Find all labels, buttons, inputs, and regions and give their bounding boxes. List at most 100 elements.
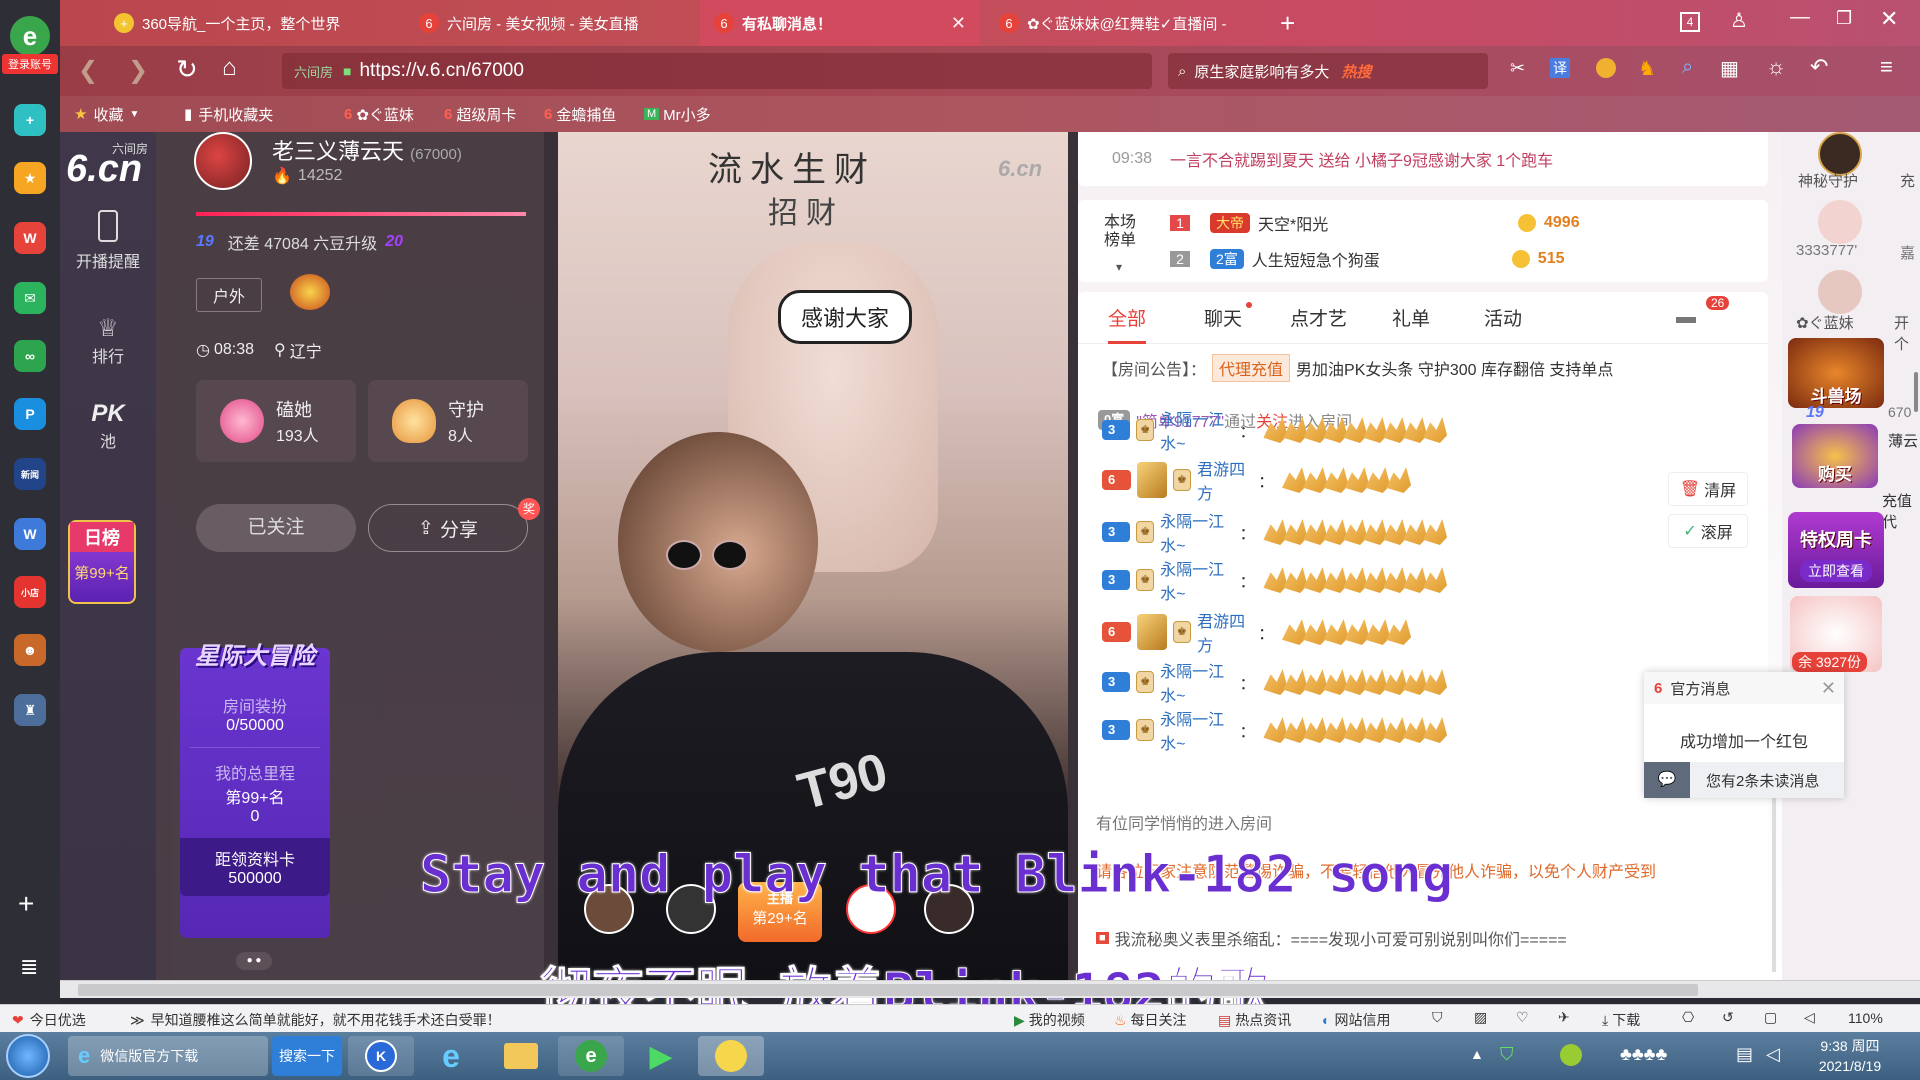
tab-activity[interactable]: 活动: [1484, 304, 1522, 331]
gift-sender[interactable]: 永隔一江水~: [1160, 406, 1231, 454]
speed-icon[interactable]: ✈: [1558, 1009, 1570, 1026]
url-field[interactable]: 六间房 ■ https://v.6.cn/67000: [282, 53, 1152, 89]
gift-sender[interactable]: 永隔一江水~: [1160, 658, 1231, 706]
sidenav-ranking[interactable]: ♕ 排行: [60, 314, 156, 367]
gift-sender[interactable]: 君游四方: [1197, 456, 1250, 504]
tray-360-icon[interactable]: [1560, 1044, 1582, 1066]
fav-fishing[interactable]: 6 金蟾捕鱼: [544, 104, 644, 125]
check-now-button[interactable]: 立即查看: [1800, 560, 1872, 582]
fav-collect[interactable]: ★ 收藏 ▼: [74, 104, 164, 125]
360-logo-icon[interactable]: e: [10, 16, 50, 56]
tab-private-message[interactable]: 6 有私聊消息！ ✕: [700, 0, 980, 46]
link-app-icon[interactable]: ∞: [14, 340, 46, 372]
h-scrollbar[interactable]: [60, 980, 1920, 998]
taskbar-360-browser[interactable]: e: [558, 1036, 624, 1076]
gift-sender[interactable]: 永隔一江水~: [1160, 706, 1231, 754]
restore-icon[interactable]: ❐: [1836, 8, 1852, 29]
leaderboard-caret-icon[interactable]: ▾: [1116, 260, 1122, 274]
today-picks[interactable]: ❤ 今日优选: [12, 1010, 86, 1030]
weibo-icon[interactable]: W: [14, 222, 46, 254]
undo-icon[interactable]: ↶: [1810, 54, 1828, 80]
magnifier-icon[interactable]: ⌕: [1682, 56, 1693, 79]
h-scroll-thumb[interactable]: [78, 984, 1698, 996]
carousel-dots[interactable]: ● ●: [236, 952, 272, 970]
buy-banner[interactable]: 购买: [1792, 424, 1878, 488]
tab-gift-list[interactable]: 礼单: [1392, 304, 1430, 331]
taskbar-video-player[interactable]: ▶: [628, 1036, 694, 1076]
tab-livestream[interactable]: 6 ✿ぐ蓝妹妹@红舞鞋✓直播间 -: [985, 0, 1275, 46]
minimize-icon[interactable]: —: [1790, 6, 1810, 29]
sidenav-pk-pool[interactable]: PK 池: [60, 400, 156, 452]
tray-clock[interactable]: 9:38 周四 2021/8/19: [1800, 1036, 1900, 1076]
p-app-icon[interactable]: P: [14, 398, 46, 430]
heart-outline-icon[interactable]: ♡: [1516, 1009, 1529, 1026]
tab-all[interactable]: 全部: [1108, 304, 1147, 344]
adventure-widget[interactable]: 星际大冒险 房间装扮 0/50000 我的总里程 第99+名 0 距领资料卡 5…: [180, 643, 330, 938]
translate-icon[interactable]: 译: [1550, 58, 1570, 78]
user-avatar[interactable]: [1818, 200, 1862, 244]
anchor-avatar[interactable]: [194, 132, 252, 190]
news-app-icon[interactable]: 新闻: [14, 458, 46, 490]
fav-weekcard[interactable]: 6 超级周卡: [444, 104, 544, 125]
game-icon[interactable]: ♞: [1638, 56, 1656, 81]
status-my-video[interactable]: ▶ 我的视频: [1014, 1010, 1085, 1030]
skin-icon[interactable]: ♙: [1730, 8, 1748, 33]
taskbar-explorer[interactable]: [488, 1036, 554, 1076]
new-tab-icon[interactable]: +: [1280, 8, 1295, 39]
doc-app-icon[interactable]: W: [14, 518, 46, 550]
start-button[interactable]: [6, 1034, 50, 1078]
gift-sender[interactable]: 永隔一江水~: [1160, 556, 1231, 604]
search-field[interactable]: ⌕ 原生家庭影响有多大 热搜: [1168, 53, 1488, 89]
fav-mrxiaoduo[interactable]: M Mr小多: [644, 104, 744, 125]
shop-app-icon[interactable]: 小店: [14, 576, 46, 608]
tab-6cn-home[interactable]: 6 六间房 - 美女视频 - 美女直播: [405, 0, 695, 46]
gift-sender[interactable]: 永隔一江水~: [1160, 508, 1231, 556]
mail-icon[interactable]: ✉: [14, 282, 46, 314]
tray-volume-icon[interactable]: ◁: [1766, 1044, 1780, 1065]
site-logo[interactable]: 六间房 6.cn: [64, 138, 152, 190]
taskbar-search[interactable]: 搜索一下: [272, 1036, 342, 1076]
tab-talent[interactable]: 点才艺: [1290, 304, 1347, 331]
status-download[interactable]: ⤓ 下载: [1602, 1010, 1640, 1030]
leaderboard-label[interactable]: 本场榜单: [1104, 214, 1144, 250]
tab-chat[interactable]: 聊天: [1204, 304, 1242, 331]
image-icon[interactable]: ▨: [1474, 1009, 1487, 1026]
taskbar-wechat-download[interactable]: e 微信版官方下载: [68, 1036, 268, 1076]
tray-qq-icon[interactable]: ♣♣♣♣: [1620, 1044, 1667, 1065]
close-tab-icon[interactable]: ✕: [951, 13, 966, 34]
leaderboard-row[interactable]: 1 大帝 天空*阳光 4996: [1170, 208, 1580, 238]
star-app-icon[interactable]: ★: [14, 162, 46, 194]
mobile-icon[interactable]: ⎔: [1682, 1009, 1694, 1026]
menu-icon[interactable]: ≡: [1880, 54, 1893, 80]
sync-icon[interactable]: ↺: [1722, 1009, 1734, 1026]
login-button[interactable]: 登录账号: [2, 54, 58, 74]
plus-app-icon[interactable]: +: [14, 104, 46, 136]
rightcol-scrollbar[interactable]: [1914, 372, 1918, 412]
clear-screen-button[interactable]: 🗑 清屏: [1668, 472, 1748, 506]
taskbar-live-app[interactable]: [698, 1036, 764, 1076]
tray-shield-icon[interactable]: ⛉: [1500, 1044, 1514, 1065]
status-site-credit[interactable]: ◐ 网站信用: [1322, 1010, 1390, 1030]
cut-icon[interactable]: ✂: [1510, 58, 1525, 79]
tab-360-nav[interactable]: + 360导航_一个主页，整个世界: [100, 0, 400, 46]
arena-banner[interactable]: 斗兽场: [1788, 338, 1884, 408]
news-ticker[interactable]: ≫ 早知道腰椎这么简单就能好，就不用花钱手术还白受罪！: [130, 1010, 501, 1030]
scroll-screen-button[interactable]: ✓ 滚屏: [1668, 514, 1748, 548]
shield-icon[interactable]: ⛉: [1432, 1009, 1443, 1026]
close-window-icon[interactable]: ✕: [1880, 6, 1898, 32]
castle-app-icon[interactable]: ♜: [14, 694, 46, 726]
refresh-icon[interactable]: ↻: [176, 54, 198, 85]
apps-icon[interactable]: ▦: [1720, 56, 1739, 81]
daily-rank-badge[interactable]: 日榜 第99+名: [68, 520, 136, 604]
status-daily-follow[interactable]: ♨ 每日关注: [1114, 1010, 1187, 1030]
fav-lanmei[interactable]: 6 ✿ぐ蓝妹: [344, 104, 444, 125]
sidenav-live-remind[interactable]: 开播提醒: [60, 210, 156, 272]
brightness-icon[interactable]: ☼: [1766, 54, 1786, 80]
tab-count-icon[interactable]: 4: [1680, 12, 1700, 32]
home-icon[interactable]: ⌂: [222, 54, 237, 82]
car-icon[interactable]: ▬: [1676, 306, 1696, 329]
add-app-icon[interactable]: +: [18, 888, 34, 920]
status-hot-news[interactable]: ▤ 热点资讯: [1218, 1010, 1291, 1030]
fav-mobile[interactable]: ▮ 手机收藏夹: [184, 104, 344, 125]
forward-icon[interactable]: ❯: [128, 56, 148, 85]
